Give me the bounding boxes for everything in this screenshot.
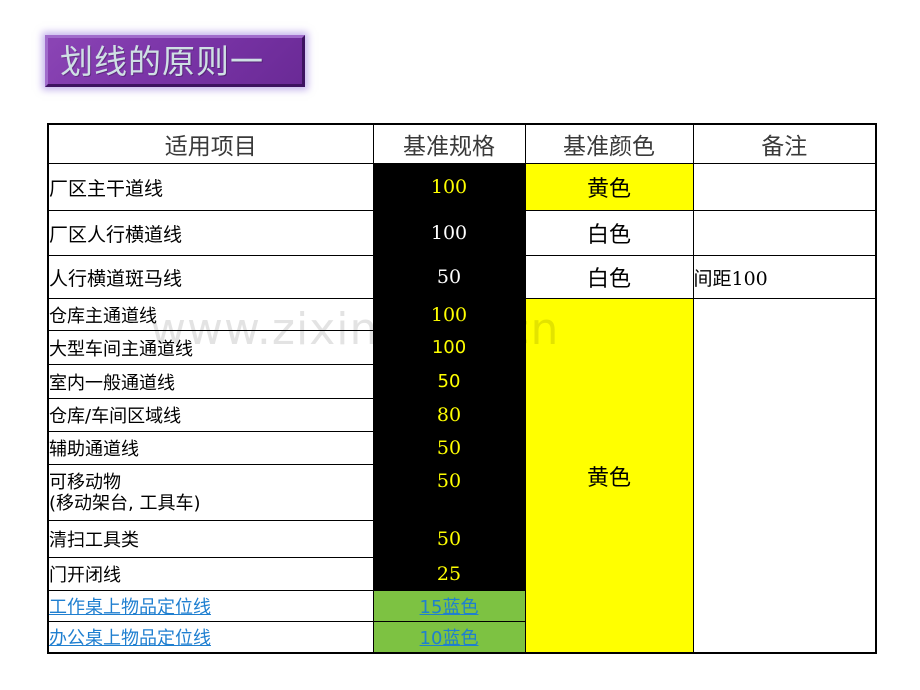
cell-item: 工作桌上物品定位线 <box>47 590 374 622</box>
cell-note-merged <box>692 298 877 654</box>
table-row: 厂区主干道线 100 黄色 <box>47 163 877 211</box>
table-row: 人行横道斑马线 50 白色 间距100 <box>47 255 877 299</box>
cell-spec: 50 <box>372 464 526 521</box>
slide-title-box: 划线的原则一 <box>45 35 305 87</box>
cell-item: 厂区人行横道线 <box>47 210 374 256</box>
cell-spec: 80 <box>372 398 526 432</box>
column-header-spec: 基准规格 <box>372 123 526 164</box>
cell-spec: 15蓝色 <box>372 590 526 622</box>
cell-spec: 100 <box>372 298 526 331</box>
line-marking-spec-table: 适用项目 基准规格 基准颜色 备注 厂区主干道线 100 黄色 厂区人行横道线 … <box>47 123 877 654</box>
cell-spec: 50 <box>372 520 526 558</box>
column-header-color: 基准颜色 <box>524 123 694 164</box>
table-row: 仓库主通道线 100 黄色 <box>47 298 877 654</box>
page-title: 划线的原则一 <box>60 41 264 81</box>
cell-item: 人行横道斑马线 <box>47 255 374 299</box>
cell-item: 清扫工具类 <box>47 520 374 558</box>
cell-spec: 100 <box>372 330 526 365</box>
cell-spec: 50 <box>372 431 526 465</box>
cell-item: 厂区主干道线 <box>47 163 374 211</box>
cell-color: 白色 <box>524 210 694 256</box>
cell-note: 间距100 <box>692 255 877 299</box>
cell-item: 仓库主通道线 <box>47 298 374 331</box>
cell-item: 室内一般通道线 <box>47 364 374 399</box>
cell-item: 可移动物 (移动架台, 工具车) <box>47 464 374 521</box>
cell-item-line1: 可移动物 <box>49 471 121 493</box>
cell-item: 门开闭线 <box>47 557 374 591</box>
cell-item-line2: (移动架台, 工具车) <box>49 492 201 514</box>
column-header-item: 适用项目 <box>47 123 374 164</box>
cell-note <box>692 163 877 211</box>
cell-spec: 10蓝色 <box>372 621 526 654</box>
table-row: 厂区人行横道线 100 白色 <box>47 210 877 256</box>
cell-note <box>692 210 877 256</box>
cell-item: 大型车间主通道线 <box>47 330 374 365</box>
cell-spec: 100 <box>372 163 526 211</box>
cell-spec: 25 <box>372 557 526 591</box>
table-header-row: 适用项目 基准规格 基准颜色 备注 <box>47 123 877 164</box>
cell-color: 黄色 <box>524 163 694 211</box>
cell-item: 仓库/车间区域线 <box>47 398 374 432</box>
cell-spec: 50 <box>372 364 526 399</box>
cell-color: 白色 <box>524 255 694 299</box>
cell-spec: 100 <box>372 210 526 256</box>
cell-spec: 50 <box>372 255 526 299</box>
cell-item: 辅助通道线 <box>47 431 374 465</box>
column-header-note: 备注 <box>692 123 877 164</box>
cell-item: 办公桌上物品定位线 <box>47 621 374 654</box>
cell-color-merged: 黄色 <box>524 298 694 654</box>
